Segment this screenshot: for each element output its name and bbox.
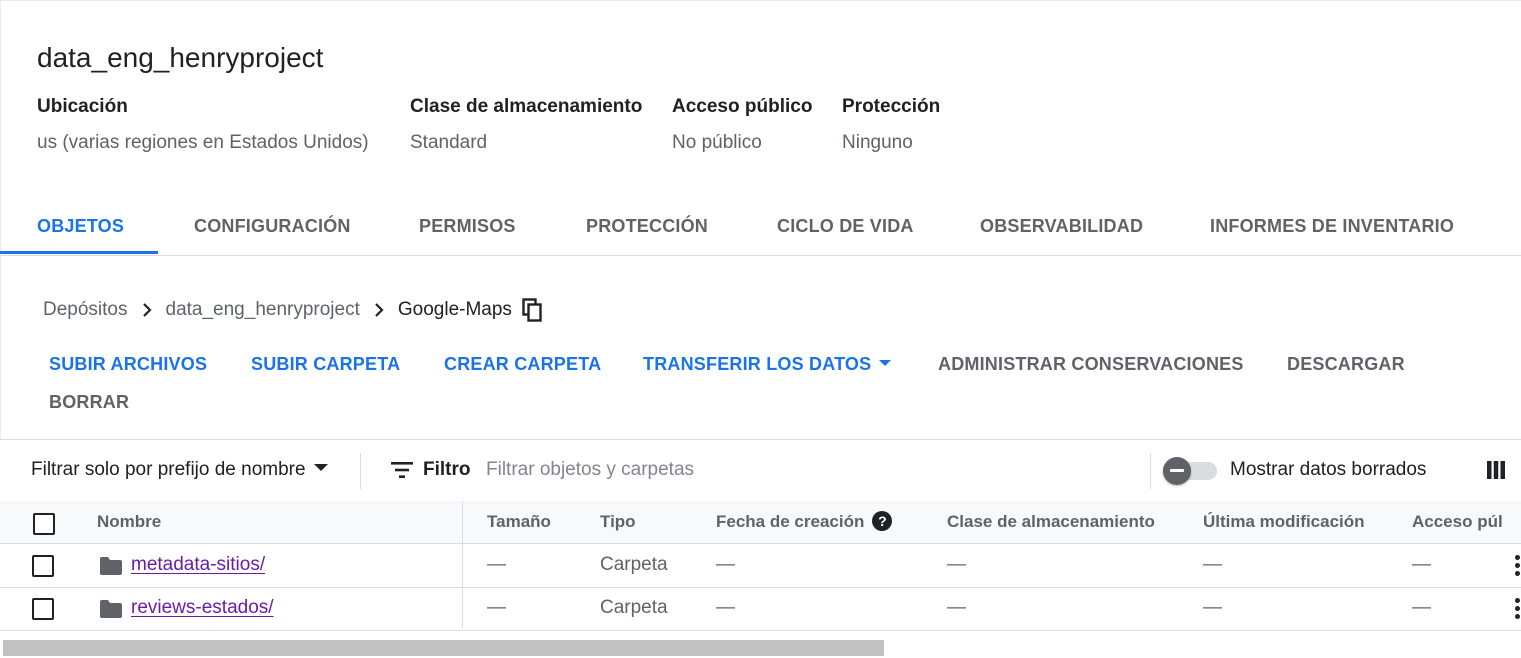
create-folder-button[interactable]: CREAR CARPETA [444, 354, 601, 375]
active-tab-indicator [0, 251, 158, 254]
download-button[interactable]: DESCARGAR [1287, 354, 1405, 375]
meta-value: us (varias regiones en Estados Unidos) [37, 132, 369, 153]
frozen-column-divider [462, 501, 463, 628]
upload-files-button[interactable]: SUBIR ARCHIVOS [49, 354, 207, 375]
cell-modified: — [1203, 597, 1222, 618]
show-deleted-label: Mostrar datos borrados [1230, 459, 1427, 480]
table-header: Nombre Tamaño Tipo Fecha de creación? Cl… [0, 501, 1521, 544]
transfer-data-label: TRANSFERIR LOS DATOS [643, 354, 872, 374]
dropdown-arrow-icon [313, 464, 328, 472]
delete-button[interactable]: BORRAR [49, 392, 129, 413]
tab-permissions[interactable]: PERMISOS [419, 216, 516, 237]
scrollbar-thumb[interactable] [3, 640, 884, 656]
bucket-title: data_eng_henryproject [37, 42, 324, 73]
chevron-right-icon [142, 296, 152, 324]
column-header-created[interactable]: Fecha de creación? [716, 510, 893, 533]
horizontal-scrollbar[interactable] [0, 638, 1521, 658]
filter-label: Filtro [423, 459, 471, 480]
filter-input[interactable] [486, 454, 1136, 486]
cell-public-access: — [1412, 554, 1431, 575]
tab-lifecycle[interactable]: CICLO DE VIDA [777, 216, 914, 237]
chevron-right-icon [374, 296, 384, 324]
cell-created: — [716, 554, 735, 575]
divider [360, 453, 361, 489]
show-deleted-toggle[interactable] [1163, 457, 1217, 485]
breadcrumb-current-folder: Google-Maps [397, 299, 512, 320]
column-header-modified[interactable]: Última modificación [1203, 512, 1365, 532]
folder-icon [100, 557, 122, 575]
tab-inventory-reports[interactable]: INFORMES DE INVENTARIO [1210, 216, 1454, 237]
meta-value: No público [672, 132, 762, 153]
dropdown-arrow-icon [879, 360, 892, 367]
cell-created: — [716, 597, 735, 618]
filter-bar: Filtrar solo por prefijo de nombre Filtr… [0, 439, 1521, 502]
divider [1150, 453, 1151, 489]
column-header-public-access[interactable]: Acceso púl [1412, 512, 1503, 532]
top-border [0, 0, 1521, 4]
breadcrumb-buckets[interactable]: Depósitos [43, 299, 128, 321]
manage-holds-button[interactable]: ADMINISTRAR CONSERVACIONES [938, 354, 1244, 375]
row-checkbox[interactable] [32, 598, 54, 620]
meta-value: Standard [410, 132, 488, 153]
cell-public-access: — [1412, 597, 1431, 618]
row-checkbox[interactable] [32, 555, 54, 577]
cell-modified: — [1203, 554, 1222, 575]
tab-protection[interactable]: PROTECCIÓN [586, 216, 708, 237]
prefix-filter-label: Filtrar solo por prefijo de nombre [31, 459, 306, 480]
filter-icon [391, 460, 413, 480]
column-display-icon[interactable] [1487, 461, 1505, 479]
transfer-data-dropdown[interactable]: TRANSFERIR LOS DATOS [643, 354, 892, 375]
column-header-created-label: Fecha de creación [716, 512, 865, 531]
tab-observability[interactable]: OBSERVABILIDAD [980, 216, 1143, 237]
row-more-icon[interactable] [1513, 555, 1521, 577]
table-row: reviews-estados/ — Carpeta — — — — [0, 587, 1521, 631]
folder-link[interactable]: reviews-estados/ [131, 597, 274, 619]
cell-size: — [487, 597, 506, 618]
table-row: metadata-sitios/ — Carpeta — — — — [0, 544, 1521, 588]
copy-icon[interactable] [522, 298, 542, 322]
folder-icon [100, 600, 122, 618]
prefix-filter-dropdown[interactable]: Filtrar solo por prefijo de nombre [31, 459, 328, 481]
meta-public-access: Acceso público No público [672, 96, 812, 154]
upload-folder-button[interactable]: SUBIR CARPETA [251, 354, 400, 375]
select-all-checkbox[interactable] [33, 513, 55, 535]
tab-objects[interactable]: OBJETOS [37, 216, 124, 237]
cell-storage-class: — [947, 597, 966, 618]
tab-configuration[interactable]: CONFIGURACIÓN [194, 216, 351, 237]
folder-link[interactable]: metadata-sitios/ [131, 554, 265, 576]
meta-protection: Protección Ninguno [842, 96, 940, 154]
column-header-type[interactable]: Tipo [600, 512, 636, 532]
meta-label: Ubicación [37, 96, 128, 117]
meta-value: Ninguno [842, 132, 913, 153]
breadcrumb: Depósitos data_eng_henryproject Google-M… [43, 296, 542, 324]
cell-size: — [487, 554, 506, 575]
column-header-storage-class[interactable]: Clase de almacenamiento [947, 512, 1155, 532]
tab-bar: OBJETOS CONFIGURACIÓN PERMISOS PROTECCIÓ… [0, 200, 1521, 256]
cell-type: Carpeta [600, 597, 668, 618]
column-header-name[interactable]: Nombre [97, 512, 161, 532]
meta-storage-class: Clase de almacenamiento Standard [410, 96, 642, 154]
row-more-icon[interactable] [1513, 598, 1521, 620]
meta-location: Ubicación us (varias regiones en Estados… [37, 96, 369, 154]
meta-label: Acceso público [672, 96, 813, 117]
cell-type: Carpeta [600, 554, 668, 575]
help-icon[interactable]: ? [872, 510, 893, 531]
cell-storage-class: — [947, 554, 966, 575]
meta-label: Clase de almacenamiento [410, 96, 643, 117]
breadcrumb-bucket[interactable]: data_eng_henryproject [166, 299, 360, 321]
column-header-size[interactable]: Tamaño [487, 512, 551, 532]
meta-label: Protección [842, 96, 941, 117]
toggle-knob [1163, 457, 1191, 485]
